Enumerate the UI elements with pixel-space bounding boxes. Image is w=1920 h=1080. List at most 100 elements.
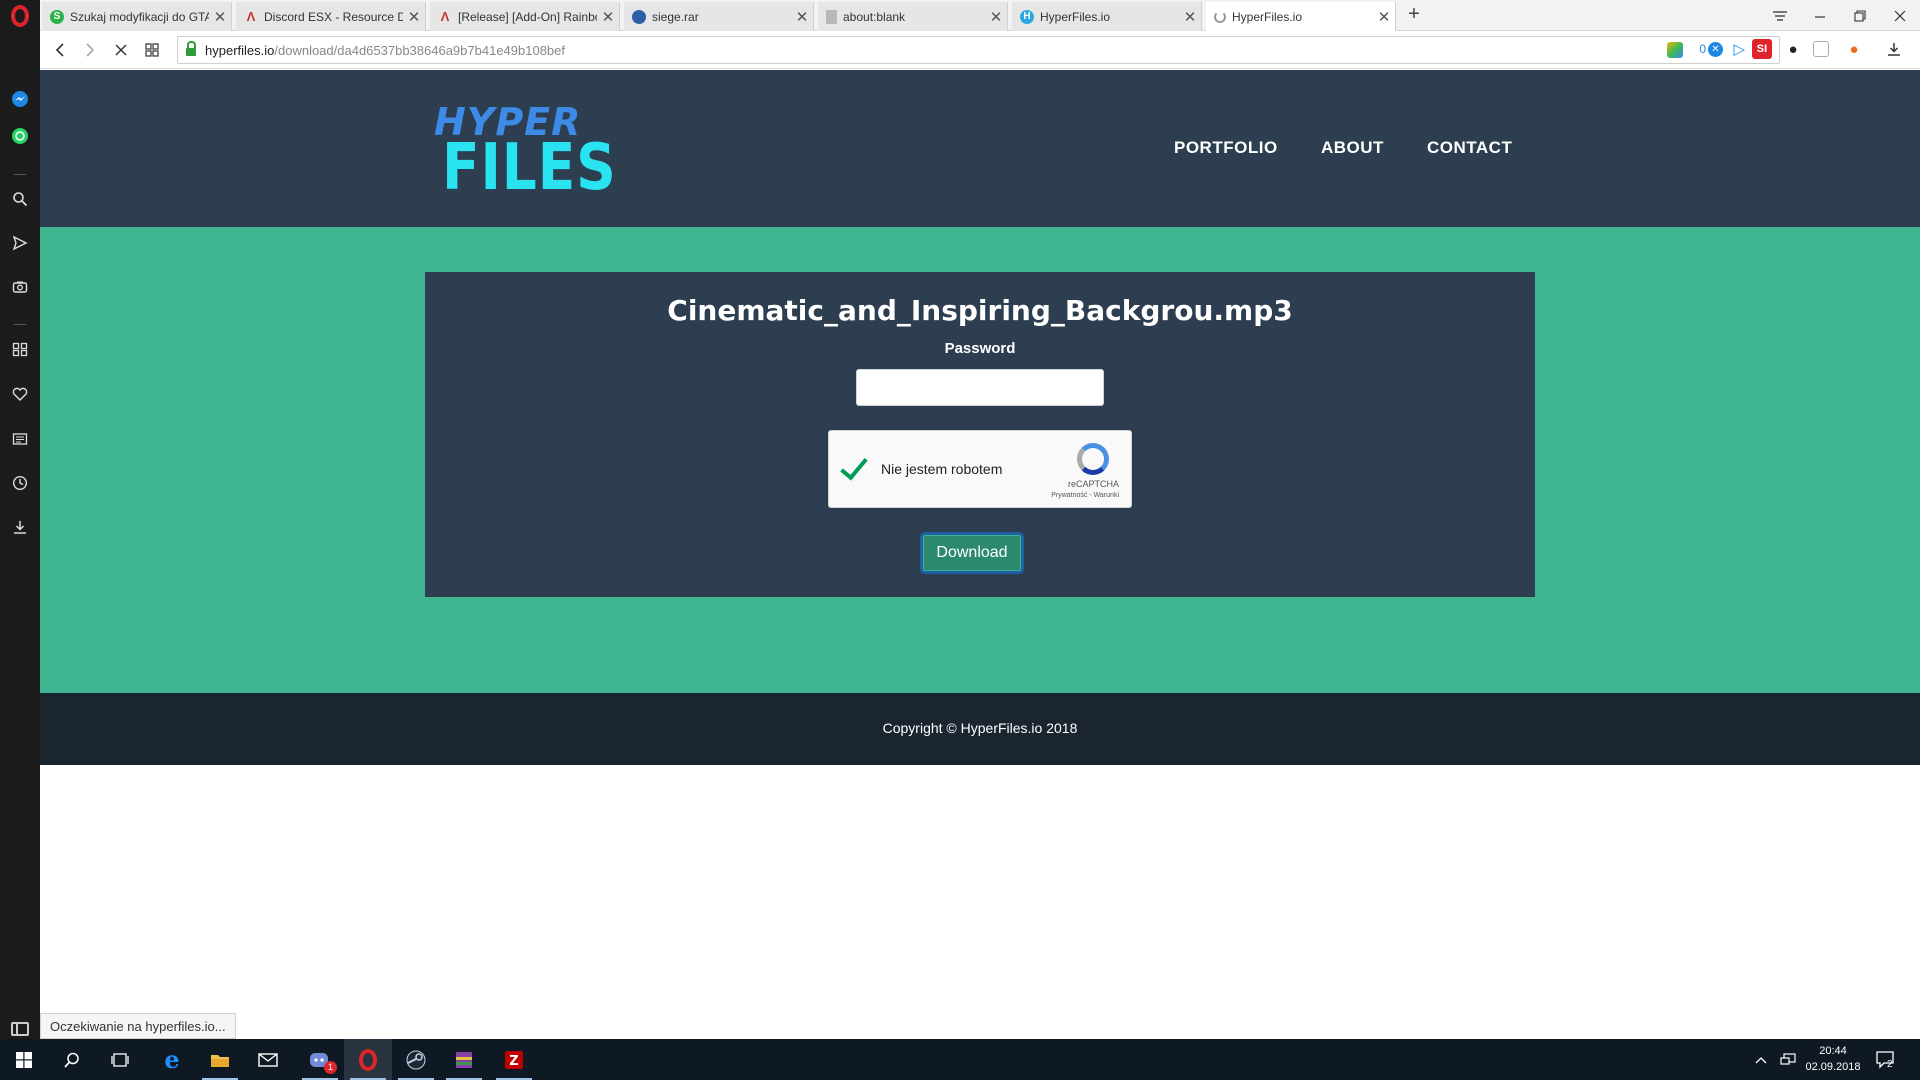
tab[interactable]: about:blank ✕ xyxy=(818,2,1008,31)
tab-title: [Release] [Add-On] Rainbo xyxy=(458,9,597,24)
downloads-icon[interactable] xyxy=(8,515,32,539)
task-view-icon[interactable] xyxy=(96,1039,144,1080)
steam-icon[interactable] xyxy=(392,1039,440,1080)
hyperfiles-logo[interactable]: HYPER FILES xyxy=(432,100,616,200)
site-header: HYPER FILES PORTFOLIO ABOUT CONTACT xyxy=(40,70,1920,227)
tab-close-icon[interactable]: ✕ xyxy=(597,8,619,26)
mail-icon[interactable] xyxy=(244,1039,292,1080)
extension-cube-icon[interactable] xyxy=(1667,42,1683,58)
tab[interactable]: H HyperFiles.io ✕ xyxy=(1012,2,1202,31)
tab-favicon-icon: H xyxy=(1020,9,1034,24)
back-button[interactable] xyxy=(46,37,74,63)
recaptcha-logo-icon xyxy=(1077,443,1109,475)
stop-loading-button[interactable] xyxy=(107,37,135,63)
history-clock-icon[interactable] xyxy=(8,471,32,495)
tab-active[interactable]: HyperFiles.io ✕ xyxy=(1206,2,1396,32)
recaptcha-terms-link[interactable]: Prywatność - Warunki xyxy=(1051,492,1119,499)
bookmarks-heart-icon[interactable] xyxy=(8,382,32,406)
vpn-counter: 0 xyxy=(1699,42,1706,56)
speed-dial-icon[interactable] xyxy=(8,337,32,361)
tab-close-icon[interactable]: ✕ xyxy=(209,8,231,26)
whatsapp-icon[interactable] xyxy=(8,124,32,148)
sidebar-toggle-icon[interactable] xyxy=(11,1022,29,1036)
tab-close-icon[interactable]: ✕ xyxy=(985,8,1007,26)
tray-show-hidden-icon[interactable] xyxy=(1755,1039,1767,1080)
captcha-checkmark-icon[interactable] xyxy=(840,451,868,481)
tab[interactable]: Λ [Release] [Add-On] Rainbo ✕ xyxy=(430,2,620,31)
notification-count: 2 xyxy=(1887,1059,1893,1070)
discord-taskbar-icon[interactable]: 1 xyxy=(296,1039,344,1080)
github-extension-icon[interactable]: ● xyxy=(1783,39,1803,59)
opera-logo-icon xyxy=(11,4,29,27)
download-button[interactable]: Download xyxy=(920,532,1024,574)
forward-button[interactable] xyxy=(76,37,104,63)
file-explorer-icon[interactable] xyxy=(196,1039,244,1080)
status-bar: Oczekiwanie na hyperfiles.io... xyxy=(40,1013,236,1039)
minimize-button[interactable] xyxy=(1800,0,1840,31)
opera-sidebar xyxy=(0,31,40,1039)
edge-browser-icon[interactable]: e xyxy=(148,1039,196,1080)
recaptcha-brand: reCAPTCHA xyxy=(1067,479,1119,489)
tab-favicon-icon xyxy=(632,9,646,24)
download-card: Cinematic_and_Inspiring_Backgrou.mp3 Pas… xyxy=(425,272,1535,597)
adblock-icon[interactable]: ✕ xyxy=(1708,42,1723,57)
speed-dial-grid-icon[interactable] xyxy=(138,37,166,63)
send-page-icon[interactable]: ▷ xyxy=(1733,40,1745,58)
discord-badge: 1 xyxy=(324,1061,337,1074)
captcha-label: Nie jestem robotem xyxy=(881,461,1003,477)
winrar-icon[interactable] xyxy=(440,1039,488,1080)
tab-title: HyperFiles.io xyxy=(1040,9,1111,24)
tab-title: siege.rar xyxy=(652,9,699,24)
tab[interactable]: S Szukaj modyfikacji do GTA ✕ xyxy=(42,2,232,31)
restore-button[interactable] xyxy=(1840,0,1880,31)
url-path: /download/da4d6537bb38646a9b7b41e49b108b… xyxy=(274,42,565,58)
tab-bar: S Szukaj modyfikacji do GTA ✕ Λ Discord … xyxy=(0,0,1920,32)
tab-close-icon[interactable]: ✕ xyxy=(791,8,813,26)
download-section: Cinematic_and_Inspiring_Backgrou.mp3 Pas… xyxy=(40,227,1920,693)
tab-favicon-icon: Λ xyxy=(440,8,450,24)
tab-title: about:blank xyxy=(843,9,906,24)
tab-title: Discord ESX - Resource De xyxy=(264,9,403,24)
url-host: hyperfiles.io xyxy=(205,42,275,58)
new-tab-button[interactable]: + xyxy=(1402,3,1426,26)
search-icon[interactable] xyxy=(8,187,32,211)
opera-menu-button[interactable] xyxy=(0,0,40,31)
opera-taskbar-icon[interactable] xyxy=(344,1039,392,1080)
sidebar-divider xyxy=(14,174,26,175)
password-label: Password xyxy=(944,340,1016,357)
tab[interactable]: Λ Discord ESX - Resource De ✕ xyxy=(236,2,426,31)
copyright-text: Copyright © HyperFiles.io 2018 xyxy=(882,720,1078,736)
extension-lock-icon[interactable]: ● xyxy=(1844,39,1864,59)
messenger-icon[interactable] xyxy=(8,87,32,111)
recaptcha-widget[interactable]: Nie jestem robotem reCAPTCHA Prywatność … xyxy=(828,430,1132,508)
windows-taskbar: e 1 Z 20:44 02.09.2018 2 xyxy=(0,1039,1920,1080)
action-center-icon[interactable]: 2 xyxy=(1876,1039,1896,1080)
tab-close-icon[interactable]: ✕ xyxy=(1179,8,1201,26)
loading-spinner-icon xyxy=(1214,11,1226,23)
clock-time: 20:44 xyxy=(1819,1045,1847,1057)
camera-icon[interactable] xyxy=(8,275,32,299)
news-icon[interactable] xyxy=(8,427,32,451)
close-window-button[interactable] xyxy=(1880,0,1920,31)
download-manager-icon[interactable] xyxy=(1884,39,1904,59)
extension-si-icon[interactable]: SI xyxy=(1752,39,1772,59)
tab-close-icon[interactable]: ✕ xyxy=(403,8,425,26)
nav-about-link[interactable]: ABOUT xyxy=(1321,138,1384,158)
extension-box-icon[interactable] xyxy=(1813,41,1829,57)
tab-title: HyperFiles.io xyxy=(1232,10,1303,24)
tab-menu-icon[interactable] xyxy=(1760,0,1800,31)
start-button[interactable] xyxy=(0,1039,48,1080)
send-icon[interactable] xyxy=(8,231,32,255)
secure-lock-icon[interactable] xyxy=(186,41,196,56)
nav-portfolio-link[interactable]: PORTFOLIO xyxy=(1174,138,1278,158)
password-field[interactable] xyxy=(856,369,1104,406)
tab-close-icon[interactable]: ✕ xyxy=(1373,8,1395,26)
opera-logo-icon xyxy=(359,1048,377,1071)
address-field[interactable]: hyperfiles.io/download/da4d6537bb38646a9… xyxy=(177,36,1780,64)
nav-contact-link[interactable]: CONTACT xyxy=(1427,138,1512,158)
filezilla-icon[interactable]: Z xyxy=(490,1039,538,1080)
network-icon[interactable] xyxy=(1780,1039,1796,1080)
tab[interactable]: siege.rar ✕ xyxy=(624,2,814,31)
search-taskbar-icon[interactable] xyxy=(48,1039,96,1080)
taskbar-clock[interactable]: 20:44 02.09.2018 xyxy=(1800,1043,1866,1075)
